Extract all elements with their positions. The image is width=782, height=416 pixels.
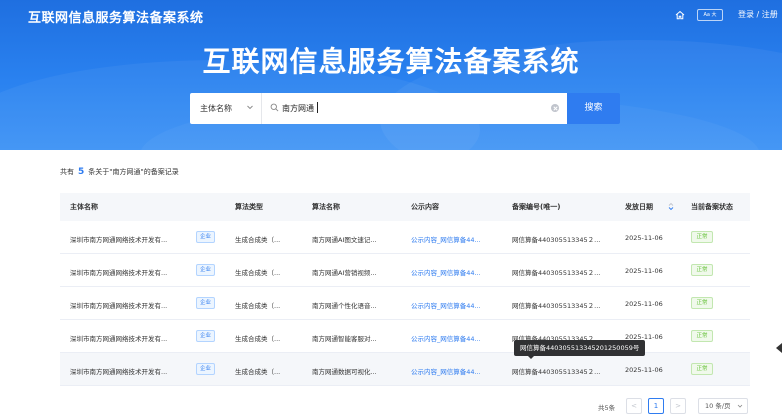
cell-code: 网信算备440305513345２... — [512, 236, 601, 244]
status-badge: 正常 — [691, 297, 713, 309]
cell-code: 网信算备440305513345２... — [512, 269, 601, 277]
cell-date: 2025-11-06 — [625, 366, 663, 374]
summary-suffix: 条关于"南方网通"的备案记录 — [88, 168, 179, 176]
result-summary: 共有 5 条关于"南方网通"的备案记录 — [60, 167, 179, 177]
content-link[interactable]: 公示内容_网信算备44... — [411, 267, 481, 277]
page-size-select[interactable]: 10 条/页 — [698, 398, 748, 414]
sort-icon[interactable] — [668, 202, 674, 211]
hero-banner: 互联网信息服务算法备案系统 Aa 大 登录 / 注册 互联网信息服务算法备案系统… — [0, 0, 782, 150]
header-name: 算法名称 — [312, 203, 340, 211]
status-badge: 正常 — [691, 363, 713, 375]
text-cursor — [317, 102, 318, 113]
cell-entity: 深圳市南方网通网络技术开发有... — [70, 302, 168, 310]
results-table: 主体名称 算法类型 算法名称 公示内容 备案编号(唯一) 发放日期 当前备案状态… — [60, 193, 750, 386]
cell-name: 南方网通AI图文速记... — [312, 236, 377, 244]
entity-tag: 企业 — [196, 363, 215, 375]
page-number-button[interactable]: 1 — [648, 398, 664, 414]
cell-date: 2025-11-06 — [625, 234, 663, 242]
cell-name: 南方网通AI营销视频... — [312, 269, 377, 277]
header-type: 算法类型 — [235, 203, 263, 211]
entity-tag: 企业 — [196, 264, 215, 276]
cell-type: 生成合成类（... — [235, 302, 281, 310]
cell-entity: 深圳市南方网通网络技术开发有... — [70, 269, 168, 277]
chevron-left-icon[interactable] — [776, 343, 782, 353]
table-row: 深圳市南方网通网络技术开发有... 企业 生成合成类（... 南方网通AI图文速… — [60, 221, 750, 254]
cell-date: 2025-11-06 — [625, 300, 663, 308]
content-link[interactable]: 公示内容_网信算备44... — [411, 366, 481, 376]
search-button[interactable]: 搜索 — [567, 93, 620, 124]
clear-icon[interactable] — [551, 104, 559, 112]
cell-type: 生成合成类（... — [235, 335, 281, 343]
cell-type: 生成合成类（... — [235, 236, 281, 244]
search-field-select[interactable]: 主体名称 — [190, 93, 262, 124]
cell-entity: 深圳市南方网通网络技术开发有... — [70, 368, 168, 376]
status-badge: 正常 — [691, 330, 713, 342]
search-input-value: 南方网通 — [282, 104, 314, 113]
content-link[interactable]: 公示内容_网信算备44... — [411, 333, 481, 343]
cell-date: 2025-11-06 — [625, 267, 663, 275]
search-field-label: 主体名称 — [200, 104, 232, 113]
cell-entity: 深圳市南方网通网络技术开发有... — [70, 335, 168, 343]
font-size-toggle[interactable]: Aa 大 — [697, 9, 723, 21]
status-badge: 正常 — [691, 231, 713, 243]
login-link[interactable]: 登录 / 注册 — [738, 9, 778, 20]
cell-entity: 深圳市南方网通网络技术开发有... — [70, 236, 168, 244]
header-content: 公示内容 — [411, 203, 439, 211]
table-row: 深圳市南方网通网络技术开发有... 企业 生成合成类（... 南方网通个性化语音… — [60, 287, 750, 320]
entity-tag: 企业 — [196, 330, 215, 342]
home-icon[interactable] — [675, 10, 685, 20]
entity-tag: 企业 — [196, 231, 215, 243]
top-bar: 互联网信息服务算法备案系统 Aa 大 登录 / 注册 — [0, 0, 782, 30]
chevron-down-icon — [247, 105, 253, 110]
summary-prefix: 共有 — [60, 168, 74, 176]
header-date[interactable]: 发放日期 — [625, 202, 653, 212]
result-count: 5 — [78, 167, 85, 177]
code-tooltip: 网信算备440305513345201250059号 — [514, 340, 646, 359]
table-row: 深圳市南方网通网络技术开发有... 企业 生成合成类（... 南方网通智能客服对… — [60, 320, 750, 353]
cell-name: 南方网通智能客服对... — [312, 335, 377, 343]
chevron-down-icon — [737, 404, 743, 408]
header-status: 当前备案状态 — [691, 203, 733, 211]
search-icon — [270, 103, 279, 112]
table-row: 深圳市南方网通网络技术开发有... 企业 生成合成类（... 南方网通AI营销视… — [60, 254, 750, 287]
header-code: 备案编号(唯一) — [512, 203, 561, 211]
status-badge: 正常 — [691, 264, 713, 276]
cell-name: 南方网通个性化语音... — [312, 302, 377, 310]
cell-code: 网信算备440305513345２... — [512, 302, 601, 310]
page-title: 互联网信息服务算法备案系统 — [202, 45, 580, 78]
prev-page-button[interactable]: < — [626, 398, 642, 414]
table-header: 主体名称 算法类型 算法名称 公示内容 备案编号(唯一) 发放日期 当前备案状态 — [60, 193, 750, 221]
content-link[interactable]: 公示内容_网信算备44... — [411, 300, 481, 310]
page-size-label: 10 条/页 — [705, 402, 731, 410]
cell-type: 生成合成类（... — [235, 368, 281, 376]
table-row: 深圳市南方网通网络技术开发有... 企业 生成合成类（... 南方网通数据可视化… — [60, 353, 750, 386]
cell-code: 网信算备440305513345２... — [512, 368, 601, 376]
next-page-button[interactable]: > — [670, 398, 686, 414]
site-brand[interactable]: 互联网信息服务算法备案系统 — [28, 7, 204, 26]
search-input[interactable]: 南方网通 — [262, 93, 567, 124]
header-entity: 主体名称 — [70, 203, 98, 211]
pagination-total: 共5条 — [598, 404, 616, 412]
content-link[interactable]: 公示内容_网信算备44... — [411, 234, 481, 244]
cell-type: 生成合成类（... — [235, 269, 281, 277]
search-bar: 主体名称 南方网通 搜索 — [190, 93, 620, 124]
cell-name: 南方网通数据可视化... — [312, 368, 377, 376]
entity-tag: 企业 — [196, 297, 215, 309]
